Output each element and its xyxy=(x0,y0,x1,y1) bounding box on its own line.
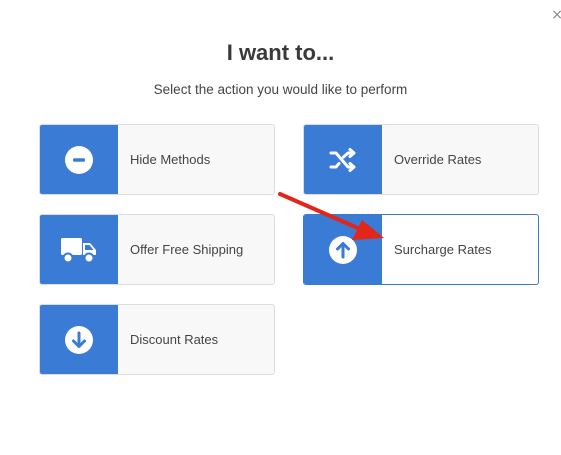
action-card-discount-rates[interactable]: Discount Rates xyxy=(39,304,275,375)
action-card-hide-methods[interactable]: Hide Methods xyxy=(39,124,275,195)
shuffle-icon xyxy=(304,125,382,194)
minus-circle-icon xyxy=(40,125,118,194)
arrow-down-circle-icon xyxy=(40,305,118,374)
action-card-offer-free-shipping[interactable]: Offer Free Shipping xyxy=(39,214,275,285)
action-label: Hide Methods xyxy=(130,152,211,167)
action-card-surcharge-rates[interactable]: Surcharge Rates xyxy=(303,214,539,285)
close-button[interactable]: × xyxy=(551,8,561,22)
dialog-title: I want to... xyxy=(226,40,335,65)
truck-icon xyxy=(40,215,118,284)
action-label: Surcharge Rates xyxy=(394,242,492,257)
action-label: Discount Rates xyxy=(130,332,219,347)
arrow-up-circle-icon xyxy=(304,215,382,284)
action-label: Override Rates xyxy=(394,152,482,167)
dialog-subtitle: Select the action you would like to perf… xyxy=(153,82,408,97)
action-label: Offer Free Shipping xyxy=(130,242,244,257)
action-card-override-rates[interactable]: Override Rates xyxy=(303,124,539,195)
